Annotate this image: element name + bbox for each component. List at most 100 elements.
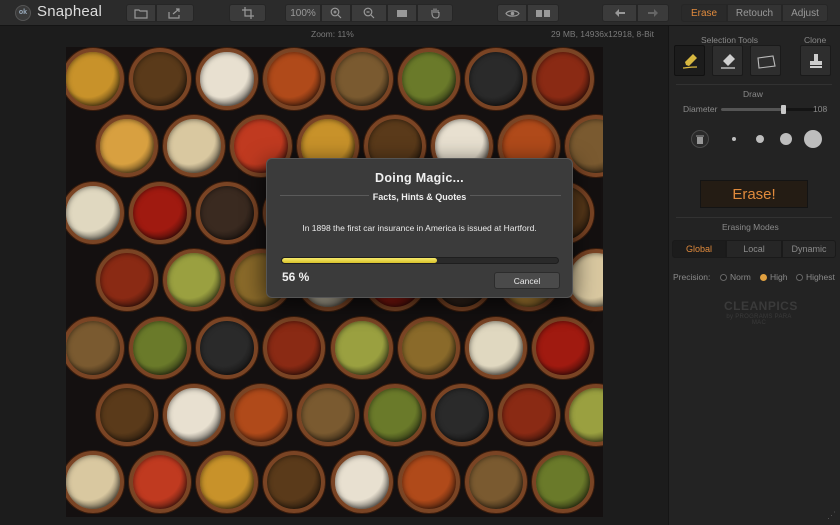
- folder-icon: [134, 8, 148, 19]
- tab-adjust-label: Adjust: [791, 7, 819, 19]
- zoom-out-icon: [363, 7, 375, 19]
- spice-bowl: [397, 48, 460, 110]
- tab-erase[interactable]: Erase: [681, 4, 727, 22]
- diameter-slider-fill: [721, 108, 783, 111]
- precision-high-label: High: [770, 272, 788, 282]
- compare-icon: [536, 9, 550, 17]
- spice-bowl: [66, 316, 124, 379]
- spice-bowl: [330, 450, 393, 513]
- brush-size-xs[interactable]: [732, 137, 736, 141]
- brush-tool-button[interactable]: [674, 45, 705, 76]
- eraser-tool-button[interactable]: [712, 45, 743, 76]
- spice-bowl: [464, 450, 527, 513]
- app-title: Snapheal: [37, 3, 102, 20]
- spice-bowl: [330, 316, 393, 379]
- clone-label: Clone: [804, 35, 827, 45]
- spice-bowl: [129, 182, 192, 245]
- brush-icon: [682, 53, 697, 69]
- tab-adjust[interactable]: Adjust: [782, 4, 828, 22]
- lasso-tool-button[interactable]: [750, 45, 781, 76]
- precision-highest-label: Highest: [806, 272, 835, 282]
- zoom-out-button[interactable]: [351, 4, 387, 22]
- spice-bowl: [196, 48, 259, 110]
- dialog-fact: In 1898 the first car insurance in Ameri…: [302, 223, 537, 233]
- fit-screen-icon: [397, 9, 407, 17]
- zoom-level-button[interactable]: 100%: [285, 4, 321, 22]
- share-button[interactable]: [156, 4, 194, 22]
- spice-bowl: [431, 383, 494, 446]
- undo-button[interactable]: [602, 4, 637, 22]
- spice-bowl: [95, 115, 158, 178]
- spice-bowl: [196, 316, 259, 379]
- erasing-modes-label: Erasing Modes: [722, 222, 779, 232]
- spice-bowl: [95, 249, 158, 312]
- zoom-in-button[interactable]: [321, 4, 351, 22]
- cancel-button[interactable]: Cancel: [494, 272, 560, 289]
- spice-bowl: [66, 450, 124, 513]
- file-info: 29 MB, 14936x12918, 8-Bit: [551, 29, 655, 39]
- spice-bowl: [229, 383, 292, 446]
- spice-bowl: [129, 450, 192, 513]
- undo-icon: [614, 9, 625, 17]
- mode-dynamic[interactable]: Dynamic: [782, 240, 836, 258]
- mode-global[interactable]: Global: [672, 240, 726, 258]
- spice-bowl: [397, 316, 460, 379]
- trash-icon: [696, 135, 704, 144]
- preview-button[interactable]: [497, 4, 527, 22]
- spice-bowl: [263, 450, 326, 513]
- fit-screen-button[interactable]: [387, 4, 417, 22]
- spice-bowl: [129, 316, 192, 379]
- resize-grip-icon[interactable]: ⋰: [827, 510, 836, 521]
- crop-button[interactable]: [229, 4, 266, 22]
- tab-retouch[interactable]: Retouch: [727, 4, 782, 22]
- brush-size-l[interactable]: [804, 130, 822, 148]
- compare-button[interactable]: [527, 4, 559, 22]
- spice-bowl: [364, 383, 427, 446]
- precision-label: Precision:: [673, 272, 711, 282]
- spice-bowl: [531, 48, 594, 110]
- spice-bowl: [464, 48, 527, 110]
- mode-local[interactable]: Local: [726, 240, 782, 258]
- watermark-logo: CLEANPICS by PROGRAMS PARA MAC: [724, 300, 797, 326]
- erase-button[interactable]: Erase!: [700, 180, 808, 208]
- brush-size-m[interactable]: [780, 133, 792, 145]
- main-toolbar: ok Snapheal 100% Erase Retouch Adjust: [0, 0, 840, 26]
- tab-retouch-label: Retouch: [735, 7, 774, 19]
- spice-bowl: [531, 316, 594, 379]
- progress-bar: [281, 257, 559, 264]
- clone-stamp-button[interactable]: [800, 45, 831, 76]
- spice-bowl: [95, 383, 158, 446]
- clear-selection-button[interactable]: [691, 130, 709, 148]
- precision-highest-radio[interactable]: [796, 274, 803, 281]
- spice-bowl: [66, 182, 124, 245]
- hand-icon: [430, 8, 440, 19]
- crop-icon: [241, 7, 254, 19]
- watermark-sub: by PROGRAMS PARA MAC: [726, 314, 792, 326]
- spice-bowl: [162, 249, 225, 312]
- share-icon: [168, 7, 180, 19]
- dialog-subtitle: Facts, Hints & Quotes: [368, 192, 471, 202]
- eraser-icon: [720, 53, 735, 69]
- diameter-label: Diameter: [683, 104, 718, 114]
- diameter-slider[interactable]: [721, 105, 821, 114]
- diameter-slider-thumb[interactable]: [781, 105, 786, 114]
- spice-bowl: [565, 383, 603, 446]
- precision-norm-radio[interactable]: [720, 274, 727, 281]
- dialog-title: Doing Magic...: [375, 171, 464, 185]
- open-button[interactable]: [126, 4, 156, 22]
- lasso-icon: [756, 54, 776, 69]
- spice-bowl: [296, 383, 359, 446]
- spice-bowl: [196, 182, 259, 245]
- brush-size-s[interactable]: [756, 135, 764, 143]
- spice-bowl: [162, 383, 225, 446]
- app-logo-icon: ok: [15, 5, 31, 21]
- spice-bowl: [129, 48, 192, 110]
- divider: [676, 84, 832, 85]
- redo-button[interactable]: [637, 4, 669, 22]
- eye-icon: [504, 9, 520, 17]
- spice-bowl: [498, 383, 561, 446]
- hand-tool-button[interactable]: [417, 4, 453, 22]
- precision-high-radio[interactable]: [760, 274, 767, 281]
- progress-percent: 56 %: [282, 270, 310, 284]
- mode-local-label: Local: [743, 244, 765, 254]
